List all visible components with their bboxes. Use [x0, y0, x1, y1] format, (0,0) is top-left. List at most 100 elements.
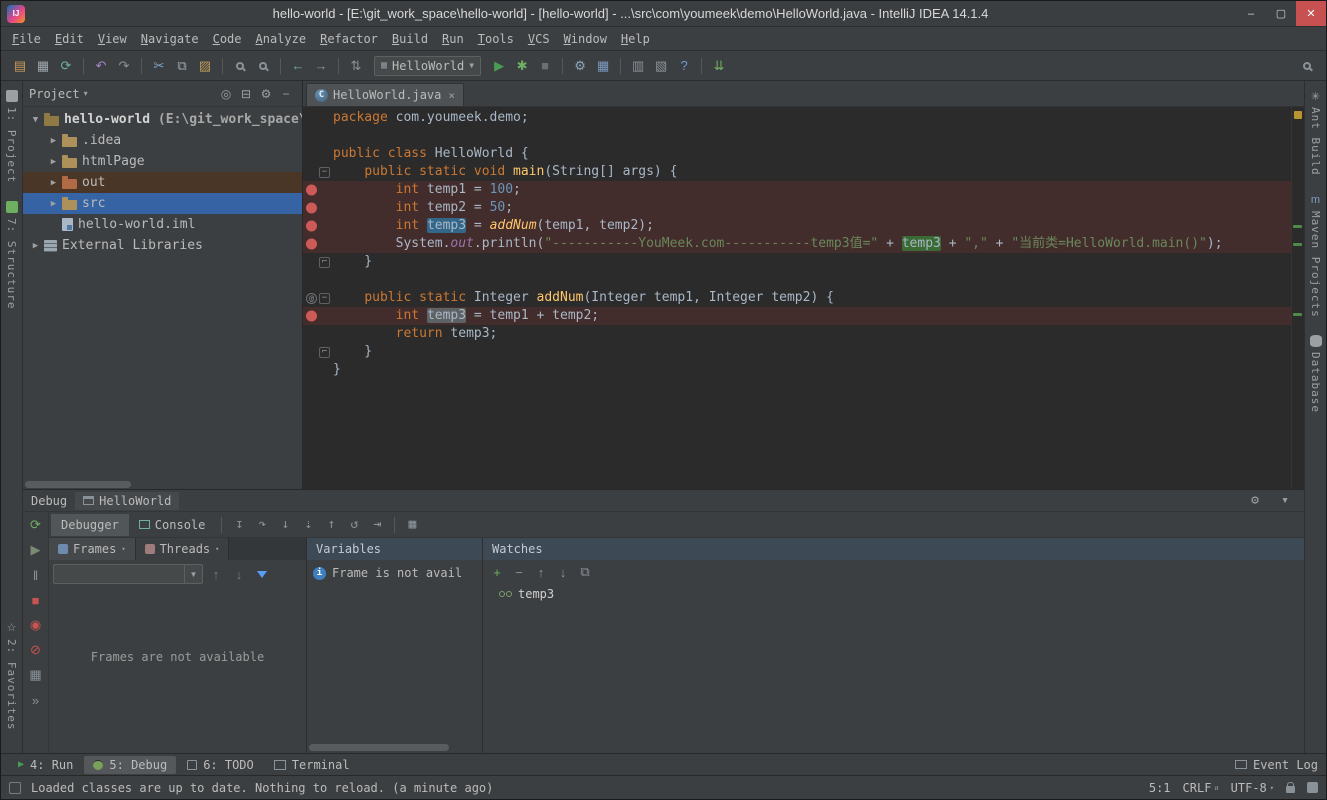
move-down-icon[interactable]: ↓ [553, 562, 573, 582]
project-hscrollbar[interactable] [23, 479, 302, 489]
tool-window-button-4-run[interactable]: ▶4: Run [9, 756, 82, 774]
project-structure-icon[interactable]: ▦ [592, 56, 614, 76]
thread-dump-icon[interactable]: ▦ [25, 666, 47, 684]
breakpoint-icon[interactable] [306, 203, 317, 214]
move-up-icon[interactable]: ↑ [205, 564, 227, 584]
tab-frames[interactable]: Frames ▾ [49, 538, 136, 560]
forward-icon[interactable]: → [310, 56, 332, 76]
menu-run[interactable]: Run [435, 29, 471, 49]
stripe-mark[interactable] [1294, 111, 1302, 119]
menu-help[interactable]: Help [614, 29, 657, 49]
code-line[interactable]: ⌐ } [303, 253, 1291, 271]
drop-frame-icon[interactable]: ↺ [343, 515, 365, 535]
collapse-all-icon[interactable]: ⊟ [236, 84, 256, 104]
force-step-into-icon[interactable]: ⇣ [297, 515, 319, 535]
stop-icon[interactable]: ■ [25, 591, 47, 609]
menu-code[interactable]: Code [206, 29, 249, 49]
editor-tab-helloworld-java[interactable]: C HelloWorld.java × [306, 83, 464, 106]
debug-session-tab[interactable]: HelloWorld [75, 492, 179, 510]
code-line[interactable]: public class HelloWorld { [303, 145, 1291, 163]
remove-watch-icon[interactable]: − [509, 562, 529, 582]
tree-arrow-icon[interactable]: ▶ [47, 136, 60, 146]
menu-edit[interactable]: Edit [48, 29, 91, 49]
stripe-mark[interactable] [1293, 225, 1302, 228]
tree-arrow-icon[interactable]: ▶ [47, 178, 60, 188]
duplicate-icon[interactable]: ⧉ [575, 562, 595, 582]
tree-item-src[interactable]: ▶src [23, 193, 302, 214]
watches-pane-header[interactable]: Watches [483, 538, 1304, 560]
locate-icon[interactable]: ◎ [216, 84, 236, 104]
code-line[interactable]: int temp3 = temp1 + temp2; [303, 307, 1291, 325]
coverage-icon[interactable]: ✱ [511, 56, 533, 76]
code-line[interactable] [303, 127, 1291, 145]
paste-icon[interactable]: ▨ [194, 56, 216, 76]
settings-gear-icon[interactable]: ⚙ [256, 84, 276, 104]
redo-icon[interactable]: ↷ [113, 56, 135, 76]
settings-gear-icon[interactable]: ⚙ [1244, 491, 1266, 511]
menu-analyze[interactable]: Analyze [249, 29, 314, 49]
tree-item-out[interactable]: ▶out [23, 172, 302, 193]
tree-item-external-libraries[interactable]: ▶External Libraries [23, 235, 302, 256]
tree-item-hello-world[interactable]: ▼hello-world (E:\git_work_space\ [23, 109, 302, 130]
code-line[interactable] [303, 271, 1291, 289]
tool-window-button-database[interactable]: Database [1309, 335, 1322, 413]
tool-window-button-ant-build[interactable]: ✳Ant Build [1309, 90, 1322, 176]
code-line[interactable]: return temp3; [303, 325, 1291, 343]
tree-arrow-icon[interactable]: ▶ [47, 199, 60, 209]
tool-window-switcher-icon[interactable] [9, 782, 21, 794]
pause-icon[interactable]: ‖ [25, 566, 47, 584]
synchronize-icon[interactable]: ⟳ [55, 56, 77, 76]
thread-select[interactable]: ▼ [53, 564, 203, 584]
save-all-icon[interactable]: ▦ [32, 56, 54, 76]
stripe-mark[interactable] [1293, 243, 1302, 246]
tool-window-button-5-debug[interactable]: 5: Debug [84, 756, 176, 774]
filter-icon[interactable] [251, 564, 273, 584]
step-out-icon[interactable]: ↑ [320, 515, 342, 535]
stop-icon[interactable]: ■ [534, 56, 556, 76]
tool-window-button-7-structure[interactable]: 7: Structure [5, 201, 18, 309]
tool-window-button-2-favorites[interactable]: ☆2: Favorites [5, 622, 18, 730]
run-config-select[interactable]: ▦ HelloWorld ▼ [374, 56, 481, 76]
tree-item-idea[interactable]: ▶.idea [23, 130, 302, 151]
code-line[interactable]: @− public static Integer addNum(Integer … [303, 289, 1291, 307]
menu-build[interactable]: Build [385, 29, 435, 49]
menu-file[interactable]: File [5, 29, 48, 49]
code-line[interactable]: int temp1 = 100; [303, 181, 1291, 199]
tree-item-htmlpage[interactable]: ▶htmlPage [23, 151, 302, 172]
fold-icon[interactable]: − [319, 167, 330, 178]
fold-icon[interactable]: ⌐ [319, 347, 330, 358]
chevron-down-icon[interactable]: ▼ [184, 565, 202, 583]
chevron-down-icon[interactable]: ▾ [84, 89, 88, 98]
scrollbar-thumb[interactable] [309, 744, 449, 751]
menu-tools[interactable]: Tools [471, 29, 521, 49]
code-line[interactable]: package com.youmeek.demo; [303, 109, 1291, 127]
inspections-level-icon[interactable] [1307, 782, 1318, 793]
code-line[interactable]: } [303, 361, 1291, 379]
sort-icon[interactable]: ⇅ [345, 56, 367, 76]
step-over-icon[interactable]: ↷ [251, 515, 273, 535]
breakpoint-icon[interactable] [306, 221, 317, 232]
lock-icon[interactable] [1286, 786, 1295, 793]
code-line[interactable]: System.out.println("-----------YouMeek.c… [303, 235, 1291, 253]
updates-icon[interactable]: ⇊ [708, 56, 730, 76]
stripe-mark[interactable] [1293, 313, 1302, 316]
encoding-select[interactable]: UTF-8 ▾ [1231, 781, 1274, 795]
help-icon[interactable]: ? [673, 56, 695, 76]
run-icon[interactable]: ▶ [488, 56, 510, 76]
hide-panel-icon[interactable]: ▾ [1274, 491, 1296, 511]
tree-item-hello-world-iml[interactable]: hello-world.iml [23, 214, 302, 235]
fold-icon[interactable]: − [319, 293, 330, 304]
move-up-icon[interactable]: ↑ [531, 562, 551, 582]
find-icon[interactable] [229, 56, 251, 76]
tree-arrow-icon[interactable]: ▼ [29, 115, 42, 125]
export-icon[interactable]: ▥ [627, 56, 649, 76]
run-to-cursor-icon[interactable]: ⇥ [366, 515, 388, 535]
scrollbar-thumb[interactable] [25, 481, 131, 488]
hide-panel-icon[interactable]: − [276, 84, 296, 104]
more-icon[interactable]: » [25, 691, 47, 709]
tree-arrow-icon[interactable]: ▶ [29, 241, 42, 251]
settings-icon[interactable]: ⚙ [569, 56, 591, 76]
copy-icon[interactable]: ⧉ [171, 56, 193, 76]
clipboard-icon[interactable]: ▧ [650, 56, 672, 76]
code-line[interactable]: int temp2 = 50; [303, 199, 1291, 217]
